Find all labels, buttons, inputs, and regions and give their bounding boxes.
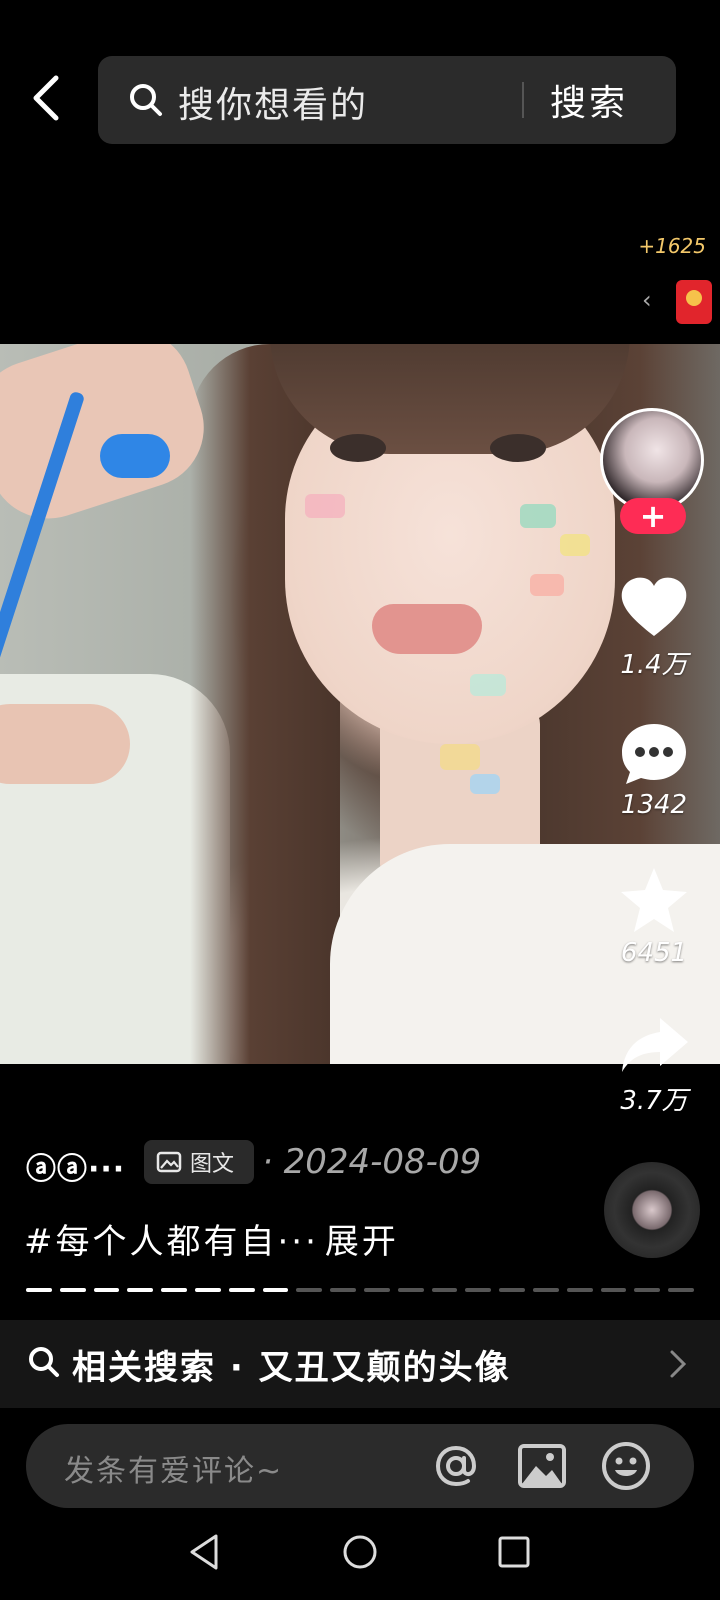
- like-button[interactable]: 1.4万: [604, 576, 704, 681]
- nav-recents-icon[interactable]: [492, 1530, 536, 1574]
- page-indicator-segment: [93, 1288, 120, 1292]
- comment-placeholder: 发条有爱评论~: [64, 1454, 284, 1489]
- page-indicator-segment: [533, 1288, 559, 1292]
- page-indicator-segment: [26, 1288, 52, 1292]
- page-indicator-segment: [195, 1288, 221, 1292]
- page-indicator-segment: [566, 1288, 593, 1292]
- related-search-bar[interactable]: 相关搜索 · 又丑又颠的头像: [0, 1320, 720, 1408]
- expand-button[interactable]: 展开: [325, 1222, 399, 1262]
- image-page-indicator: [26, 1288, 694, 1294]
- post-caption[interactable]: #每个人都有自··· 展开: [24, 1214, 399, 1263]
- search-bar[interactable]: 搜你想看的 搜索: [98, 56, 676, 144]
- favorite-button[interactable]: 6451: [604, 866, 704, 968]
- back-button[interactable]: [28, 70, 72, 126]
- post-date: · 2024-08-09: [262, 1142, 482, 1182]
- search-divider: [522, 82, 524, 118]
- post-type-label: 图文: [190, 1152, 235, 1177]
- share-button[interactable]: 3.7万: [604, 1014, 704, 1117]
- page-indicator-segment: [296, 1288, 323, 1292]
- image-picker-icon[interactable]: [516, 1440, 568, 1492]
- comment-count: 1342: [620, 790, 688, 820]
- search-button[interactable]: 搜索: [550, 74, 628, 126]
- comment-button[interactable]: 1342: [604, 720, 704, 820]
- mention-icon[interactable]: [430, 1440, 482, 1492]
- comment-input[interactable]: 发条有爱评论~: [26, 1424, 694, 1508]
- share-icon: [622, 1018, 688, 1072]
- author-name[interactable]: ⓐⓐ···: [26, 1144, 125, 1188]
- star-icon: [621, 868, 687, 932]
- related-search-text: 相关搜索 · 又丑又颠的头像: [72, 1348, 511, 1388]
- page-indicator-segment: [397, 1288, 424, 1292]
- page-indicator-segment: [262, 1288, 289, 1292]
- page-indicator-segment: [127, 1288, 154, 1292]
- search-input[interactable]: 搜你想看的: [178, 76, 368, 128]
- back-arrow-icon: [33, 75, 59, 121]
- page-indicator-segment: [499, 1288, 525, 1292]
- chevron-right-icon: [670, 1350, 687, 1378]
- nav-home-icon[interactable]: [338, 1530, 382, 1574]
- comment-icon: [622, 724, 686, 784]
- page-indicator-segment: [668, 1288, 694, 1292]
- music-disc[interactable]: [604, 1162, 700, 1258]
- page-indicator-segment: [600, 1288, 627, 1292]
- heart-icon: [621, 577, 687, 636]
- page-indicator-segment: [364, 1288, 390, 1292]
- caption-text: #每个人都有自···: [24, 1222, 319, 1262]
- image-icon: [156, 1151, 182, 1173]
- page-indicator-segment: [161, 1288, 187, 1292]
- reward-count: +1625: [638, 234, 706, 258]
- search-icon: [130, 84, 162, 116]
- emoji-icon[interactable]: [600, 1440, 652, 1492]
- share-count: 3.7万: [620, 1086, 688, 1116]
- follow-button[interactable]: +: [620, 498, 686, 534]
- chevron-left-icon[interactable]: ‹: [642, 286, 652, 314]
- page-indicator-segment: [228, 1288, 255, 1292]
- like-count: 1.4万: [620, 650, 688, 680]
- red-packet-icon[interactable]: [676, 280, 712, 324]
- search-icon: [29, 1347, 59, 1377]
- favorite-count: 6451: [620, 938, 688, 968]
- page-indicator-segment: [431, 1288, 458, 1292]
- page-indicator-segment: [330, 1288, 356, 1292]
- page-indicator-segment: [634, 1288, 661, 1292]
- post-type-badge: 图文: [144, 1140, 254, 1184]
- page-indicator-segment: [59, 1288, 86, 1292]
- nav-back-icon[interactable]: [184, 1530, 228, 1574]
- page-indicator-segment: [465, 1288, 492, 1292]
